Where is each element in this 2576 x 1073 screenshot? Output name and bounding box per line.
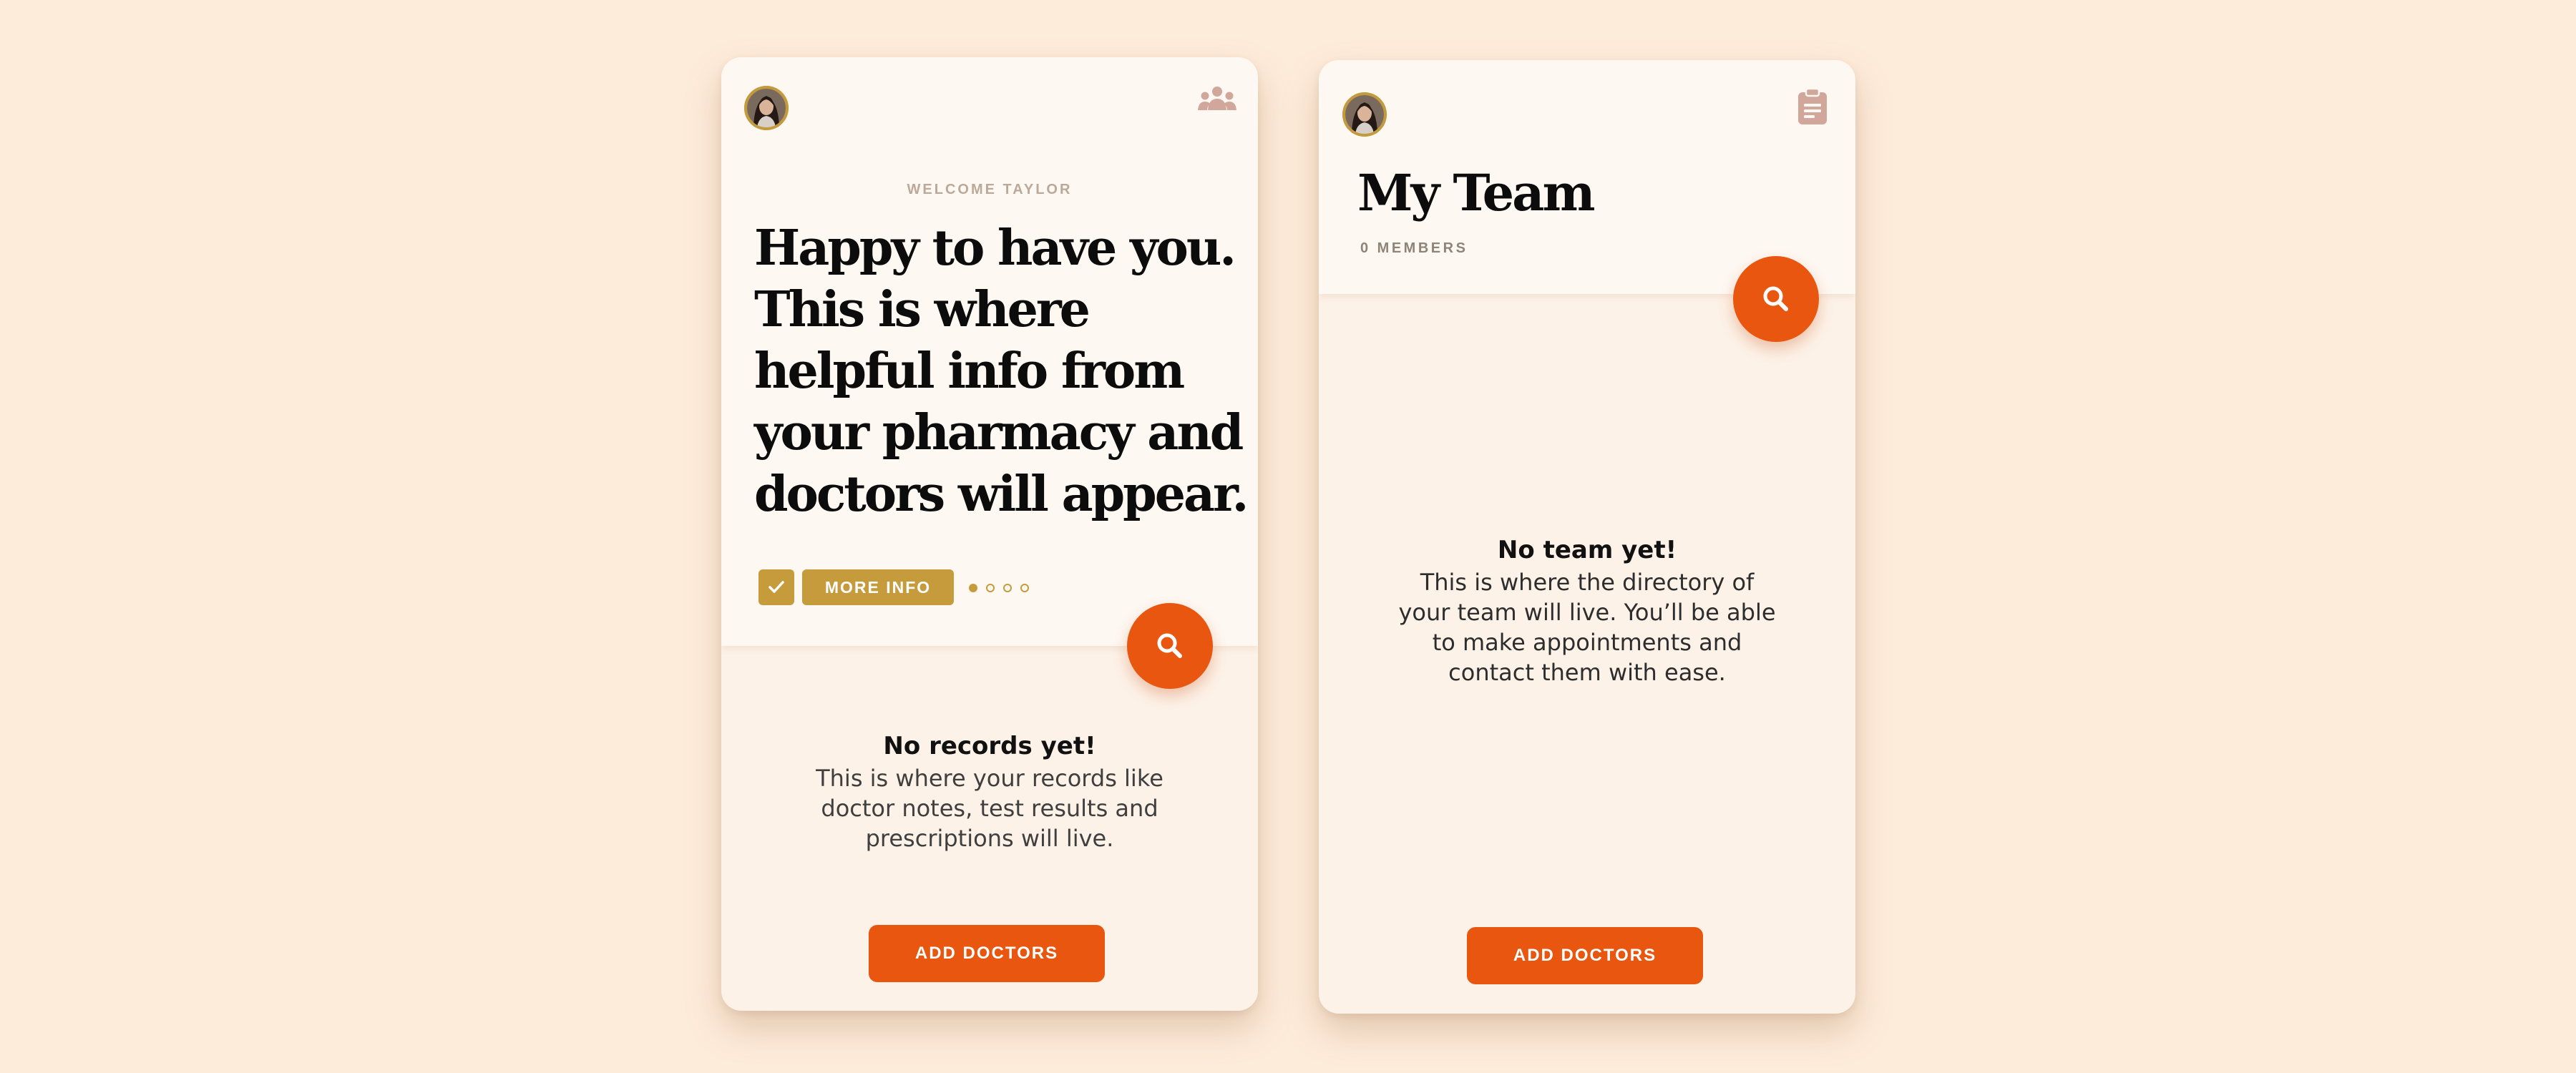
search-button[interactable] [1127, 603, 1213, 689]
team-card: My Team 0 MEMBERS No team yet! This is w… [1319, 60, 1855, 1014]
search-icon [1763, 286, 1788, 311]
empty-state-title: No team yet! [1497, 536, 1677, 564]
more-info-button[interactable]: MORE INFO [802, 569, 954, 605]
user-avatar[interactable] [744, 86, 789, 130]
pager-dot[interactable] [1003, 584, 1012, 592]
welcome-label: WELCOME TAYLOR [907, 182, 1073, 197]
check-icon [769, 581, 784, 593]
pager-dot[interactable] [1020, 584, 1029, 592]
members-count: 0 MEMBERS [1360, 240, 1468, 256]
pager-dot[interactable] [969, 584, 977, 592]
user-avatar-icon [744, 86, 789, 130]
home-header-panel: WELCOME TAYLOR Happy to have you. This i… [721, 57, 1258, 646]
check-button[interactable] [758, 569, 794, 605]
pager-dots[interactable] [969, 580, 1035, 594]
clipboard-icon[interactable] [1797, 88, 1828, 125]
user-avatar-icon [1342, 92, 1387, 137]
team-icon[interactable] [1198, 84, 1236, 116]
hero-heading: Happy to have you. This is where helpful… [754, 220, 1249, 523]
search-icon [1157, 633, 1182, 658]
search-button[interactable] [1733, 256, 1819, 342]
add-doctors-button[interactable]: ADD DOCTORS [869, 925, 1105, 982]
empty-state-title: No records yet! [883, 732, 1096, 760]
user-avatar[interactable] [1342, 92, 1387, 137]
empty-state-text: This is where the directory of your team… [1398, 569, 1776, 686]
empty-state-text: This is where your records like doctor n… [816, 765, 1163, 852]
add-doctors-button[interactable]: ADD DOCTORS [1467, 927, 1703, 984]
page-title: My Team [1357, 163, 1596, 222]
home-card: WELCOME TAYLOR Happy to have you. This i… [721, 57, 1258, 1011]
pager-dot[interactable] [986, 584, 995, 592]
